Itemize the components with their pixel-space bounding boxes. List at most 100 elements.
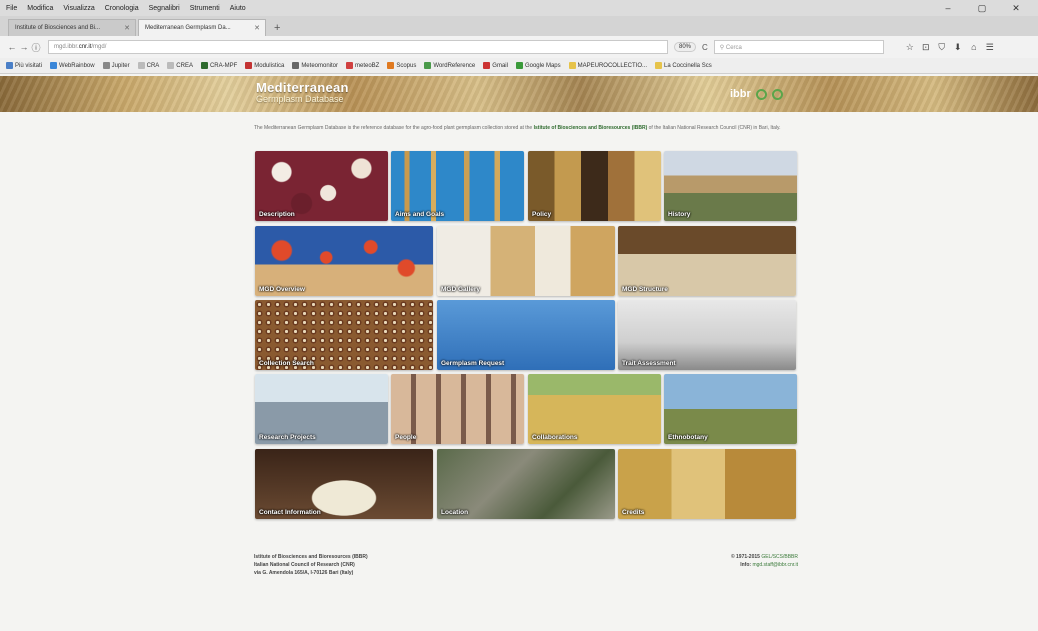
tile-collection-search[interactable]: Collection Search [255,300,433,370]
tile-people[interactable]: People [391,374,524,444]
tile-description[interactable]: Description [255,151,388,221]
bookmark-item[interactable]: WebRainbow [50,62,95,69]
back-button[interactable]: ← [6,42,18,52]
tile-label: MGD Structure [622,286,668,293]
tile-label: MGD Gallery [441,286,481,293]
footer-address: Istitute of Biosciences and Bioresources… [254,553,368,577]
bookmark-label: CRA [146,62,160,69]
search-input[interactable]: ⚲ Cerca [713,40,884,54]
menu-file[interactable]: File [6,5,17,12]
home-icon[interactable]: ⌂ [966,42,982,53]
bookmark-item[interactable]: CRA [137,62,160,69]
search-placeholder: Cerca [725,45,742,51]
minimize-button[interactable]: – [936,0,960,16]
forward-button[interactable]: → [18,42,30,52]
bookmark-label: Gmail [492,62,508,69]
bookmark-item[interactable]: Jupiter [102,62,130,69]
tab-mgd[interactable]: Mediterranean Germplasm Da... ✕ [138,19,266,36]
close-tab-icon[interactable]: ✕ [254,24,260,32]
tile-mgd-structure[interactable]: MGD Structure [618,226,796,296]
tile-label: Research Projects [259,434,316,441]
bookmark-item[interactable]: Più visitati [6,62,42,69]
bookmark-icon [483,62,491,69]
tab-ibbr[interactable]: Institute of Biosciences and Bi... ✕ [8,19,136,36]
tile-contact-information[interactable]: Contact Information [255,449,433,519]
tile-location[interactable]: Location [437,449,615,519]
intro-link[interactable]: Istitute of Biosciences and Bioresources… [534,125,648,131]
footer-email-link[interactable]: mgd.staff@ibbr.cnr.it [752,562,798,568]
bookmark-item[interactable]: WordReference [424,62,475,69]
bookmark-icon [50,62,58,69]
reader-icon[interactable]: ⊡ [918,42,934,53]
bookmark-icon [167,62,175,69]
menu-modifica[interactable]: Modifica [27,5,53,12]
bookmark-icon [515,62,523,69]
menu-cronologia[interactable]: Cronologia [105,5,139,12]
tile-history[interactable]: History [664,151,797,221]
close-window-button[interactable]: ✕ [1004,0,1028,16]
bookmark-item[interactable]: CREA [167,62,193,69]
tab-label: Institute of Biosciences and Bi... [15,25,101,31]
institute-logo[interactable]: ibbr [730,88,783,100]
tile-label: Description [259,211,295,218]
maximize-button[interactable]: ▢ [970,0,994,16]
bookmark-item[interactable]: Meteomonitor [292,62,338,69]
bookmark-label: CRA-MPF [209,62,238,69]
pocket-icon[interactable]: ⛉ [934,42,950,53]
url-bar[interactable]: mgd.ibbr. cnr.it/mgd/ [48,40,668,54]
footer-contacts: © 1971-2015 GEL/SCS/BBBR Info: mgd.staff… [731,553,798,569]
bookmark-icon [245,62,253,69]
menu-visualizza[interactable]: Visualizza [63,5,94,12]
tile-mgd-overview[interactable]: MGD Overview [255,226,433,296]
bookmark-item[interactable]: Modulistica [245,62,284,69]
bookmark-item[interactable]: La Coccinella Scs [655,62,712,69]
cnr-logo-icon [755,88,767,100]
bookmark-item[interactable]: Gmail [483,62,508,69]
bookmark-label: WebRainbow [59,62,95,69]
tile-trait-assessment[interactable]: Trait Assessment [618,300,796,370]
bookmark-icon [655,62,662,69]
tile-research-projects[interactable]: Research Projects [255,374,388,444]
menu-strumenti[interactable]: Strumenti [190,5,220,12]
tile-label: Contact Information [259,509,321,516]
bookmark-item[interactable]: meteoBZ [346,62,379,69]
bookmark-item[interactable]: Google Maps [515,62,561,69]
bookmark-icon [102,62,110,69]
bookmark-icon [137,62,145,69]
hamburger-menu-icon[interactable]: ☰ [982,42,998,53]
bookmark-icon [424,62,432,69]
new-tab-button[interactable]: + [268,22,286,36]
site-info-icon[interactable]: ⓘ [30,41,42,54]
reload-icon[interactable]: C [702,43,708,52]
bookmark-item[interactable]: Scopus [387,62,416,69]
zoom-level[interactable]: 80% [674,42,697,52]
bookmark-item[interactable]: MAPEUROCOLLECTIO... [568,62,647,69]
tile-ethnobotany[interactable]: Ethnobotany [664,374,797,444]
menu-aiuto[interactable]: Aiuto [230,5,246,12]
url-domain: cnr.it [78,44,92,50]
bookmark-label: CREA [176,62,193,69]
menu-bar: File Modifica Visualizza Cronologia Segn… [0,0,1038,16]
intro-paragraph: The Mediterranean Germplasm Database is … [254,124,798,132]
url-prefix: mgd.ibbr. [54,44,79,50]
bookmark-icon [346,62,353,69]
bookmark-item[interactable]: CRA-MPF [200,62,238,69]
site-logo[interactable]: Mediterranean Germplasm Database [256,80,349,104]
download-icon[interactable]: ⬇ [950,42,966,53]
tile-label: Aims and Goals [395,211,445,218]
bookmark-label: WordReference [433,62,476,69]
tile-germplasm-request[interactable]: Germplasm Request [437,300,615,370]
tile-aims-and-goals[interactable]: Aims and Goals [391,151,524,221]
footer-council: Italian National Council of Research (CN… [254,562,355,568]
tile-collaborations[interactable]: Collaborations [528,374,661,444]
tile-credits[interactable]: Credits [618,449,796,519]
ibbr-text: ibbr [730,88,751,100]
bookmark-star-icon[interactable]: ☆ [902,42,918,53]
tile-policy[interactable]: Policy [528,151,661,221]
bookmark-icon [6,62,13,69]
close-tab-icon[interactable]: ✕ [124,24,130,32]
footer-credit-link[interactable]: GEL/SCS/BBBR [761,554,798,560]
tile-label: Policy [532,211,552,218]
menu-segnalibri[interactable]: Segnalibri [149,5,180,12]
tile-mgd-gallery[interactable]: MGD Gallery [437,226,615,296]
